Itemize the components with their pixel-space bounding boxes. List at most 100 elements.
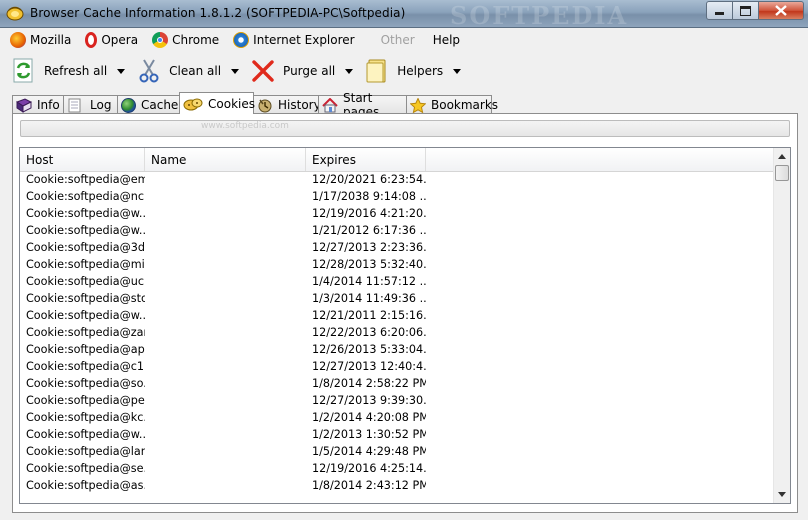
cell-expires: 12/19/2016 4:21:20... [312, 207, 426, 220]
cell-host: Cookie:softpedia@em... [26, 173, 145, 186]
tab-label: History [278, 98, 321, 112]
tab-info[interactable]: Info [12, 95, 64, 114]
cell-name [145, 256, 306, 273]
cell-expires: 1/5/2014 4:29:48 PM [312, 445, 426, 458]
book-icon [16, 97, 32, 113]
panel-watermark: www.softpedia.com [201, 121, 289, 131]
scroll-thumb[interactable] [775, 165, 789, 181]
cell-expires: 1/8/2014 2:58:22 PM [312, 377, 426, 390]
list-rows: Cookie:softpedia@em... 12/20/2021 6:23:54… [20, 171, 773, 494]
table-row[interactable]: Cookie:softpedia@kc... 1/2/2014 4:20:08 P… [20, 409, 773, 426]
table-row[interactable]: Cookie:softpedia@lan... 1/5/2014 4:29:48 … [20, 443, 773, 460]
app-icon [6, 5, 24, 21]
title-bar[interactable]: Browser Cache Information 1.8.1.2 (SOFTP… [0, 0, 808, 30]
close-button[interactable] [759, 1, 804, 20]
ie-icon [233, 31, 250, 48]
menu-mozilla[interactable]: Mozilla [10, 30, 77, 50]
cell-name [145, 290, 306, 307]
menu-label: Opera [101, 32, 139, 47]
scroll-up-button[interactable] [774, 148, 790, 165]
menu-other[interactable]: Other [369, 30, 421, 50]
cell-host: Cookie:softpedia@w... [26, 309, 145, 322]
table-row[interactable]: Cookie:softpedia@mi... 12/28/2013 5:32:40… [20, 256, 773, 273]
cell-name [145, 443, 306, 460]
table-row[interactable]: Cookie:softpedia@w... 12/19/2016 4:21:20.… [20, 205, 773, 222]
table-row[interactable]: Cookie:softpedia@nc... 1/17/2038 9:14:08 … [20, 188, 773, 205]
globe-icon [121, 97, 136, 113]
tab-strip: Info Log Cache Cookies History Start pag… [12, 91, 498, 119]
cell-name [145, 324, 306, 341]
table-row[interactable]: Cookie:softpedia@w... 1/21/2012 6:17:36 .… [20, 222, 773, 239]
list-header: Host Name Expires [20, 148, 773, 172]
cell-expires: 1/8/2014 2:43:12 PM [312, 479, 426, 492]
chevron-down-icon[interactable] [231, 68, 240, 74]
helpers-button[interactable]: Helpers [365, 54, 465, 88]
red-x-icon [251, 58, 275, 84]
cell-name [145, 171, 306, 188]
purge-all-label: Purge all [283, 64, 336, 78]
table-row[interactable]: Cookie:softpedia@3d... 12/27/2013 2:23:36… [20, 239, 773, 256]
table-row[interactable]: Cookie:softpedia@em... 12/20/2021 6:23:54… [20, 171, 773, 188]
table-row[interactable]: Cookie:softpedia@ap... 12/26/2013 5:33:04… [20, 341, 773, 358]
cell-name [145, 409, 306, 426]
table-row[interactable]: Cookie:softpedia@pe... 12/27/2013 9:39:30… [20, 392, 773, 409]
maximize-button[interactable] [733, 1, 759, 20]
tab-label: Bookmarks [431, 98, 499, 112]
scroll-down-button[interactable] [774, 486, 790, 503]
table-row[interactable]: Cookie:softpedia@uc... 1/4/2014 11:57:12 … [20, 273, 773, 290]
tab-bookmarks[interactable]: Bookmarks [406, 95, 498, 114]
cookies-list[interactable]: Host Name Expires Cookie:softpedia@em...… [19, 147, 791, 504]
table-row[interactable]: Cookie:softpedia@w... 1/2/2013 1:30:52 PM [20, 426, 773, 443]
cell-name [145, 222, 306, 239]
scissors-icon [137, 58, 161, 84]
column-header-host[interactable]: Host [20, 148, 145, 171]
purge-all-button[interactable]: Purge all [251, 54, 357, 88]
menu-opera[interactable]: Opera [85, 30, 144, 50]
cell-name [145, 188, 306, 205]
tab-history[interactable]: History [253, 95, 321, 114]
table-row[interactable]: Cookie:softpedia@c1... 12/27/2013 12:40:4… [20, 358, 773, 375]
clean-all-label: Clean all [169, 64, 222, 78]
helpers-label: Helpers [397, 64, 444, 78]
tab-start-pages[interactable]: Start pages [318, 91, 407, 119]
table-row[interactable]: Cookie:softpedia@zar... 12/22/2013 6:20:0… [20, 324, 773, 341]
refresh-all-button[interactable]: Refresh all [12, 54, 129, 88]
cell-name [145, 426, 306, 443]
column-header-filler [426, 148, 773, 171]
chevron-down-icon[interactable] [345, 68, 354, 74]
chevron-down-icon[interactable] [117, 68, 126, 74]
cell-host: Cookie:softpedia@zar... [26, 326, 145, 339]
menu-internet-explorer[interactable]: Internet Explorer [233, 30, 360, 50]
opera-icon [85, 31, 98, 48]
cell-expires: 12/27/2013 2:23:36... [312, 241, 426, 254]
table-row[interactable]: Cookie:softpedia@se... 12/19/2016 4:25:14… [20, 460, 773, 477]
cell-expires: 12/20/2021 6:23:54... [312, 173, 426, 186]
table-row[interactable]: Cookie:softpedia@so... 1/8/2014 2:58:22 P… [20, 375, 773, 392]
tab-log[interactable]: Log [63, 95, 118, 114]
cell-host: Cookie:softpedia@nc... [26, 190, 145, 203]
cell-host: Cookie:softpedia@w... [26, 207, 145, 220]
table-row[interactable]: Cookie:softpedia@w... 12/21/2011 2:15:16.… [20, 307, 773, 324]
tab-cache[interactable]: Cache [117, 95, 180, 114]
cell-name [145, 239, 306, 256]
table-row[interactable]: Cookie:softpedia@as... 1/8/2014 2:43:12 P… [20, 477, 773, 494]
clean-all-button[interactable]: Clean all [137, 54, 243, 88]
tab-cookies[interactable]: Cookies [179, 92, 255, 114]
menu-chrome[interactable]: Chrome [152, 30, 225, 50]
history-icon [257, 98, 273, 113]
close-icon [775, 5, 787, 16]
chevron-down-icon[interactable] [453, 68, 462, 74]
menu-help[interactable]: Help [429, 30, 466, 50]
cell-host: Cookie:softpedia@sto... [26, 292, 145, 305]
cell-expires: 1/21/2012 6:17:36 ... [312, 224, 426, 237]
vertical-scrollbar[interactable] [773, 148, 790, 503]
minimize-button[interactable] [706, 1, 733, 20]
column-header-expires[interactable]: Expires [306, 148, 426, 171]
column-header-name[interactable]: Name [145, 148, 306, 171]
cell-host: Cookie:softpedia@ap... [26, 343, 145, 356]
home-icon [322, 97, 338, 113]
firefox-icon [10, 31, 26, 48]
cell-host: Cookie:softpedia@lan... [26, 445, 145, 458]
tab-label: Cookies [208, 96, 255, 111]
table-row[interactable]: Cookie:softpedia@sto... 1/3/2014 11:49:36… [20, 290, 773, 307]
